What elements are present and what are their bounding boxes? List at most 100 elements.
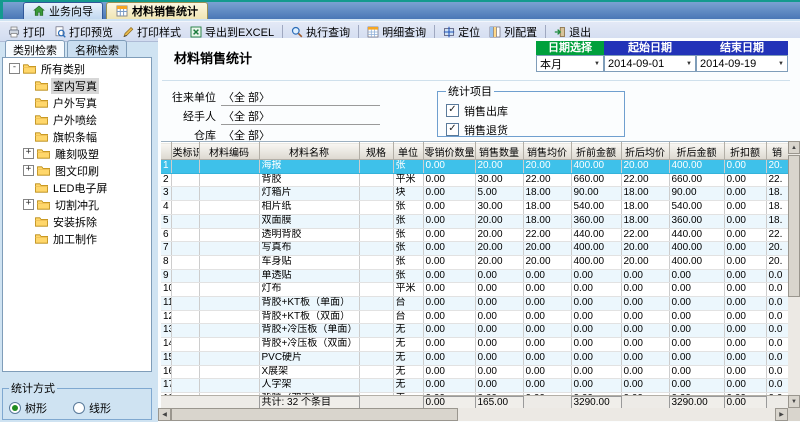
table-row[interactable]: 17人字架无0.000.000.000.000.000.000.000.0	[161, 379, 788, 393]
row-number-cell: 8	[161, 255, 171, 269]
horizontal-scrollbar[interactable]: ◀ ▶	[158, 408, 788, 421]
table-row[interactable]: 4相片纸张0.0030.0018.00540.0018.00540.000.00…	[161, 201, 788, 215]
folder-icon	[35, 114, 48, 125]
stat-item-option[interactable]: ✓销售退货	[446, 120, 616, 139]
sidebar: 类别检索名称检索 -所有类别室内写真户外写真户外喷绘旗帜条幅+雕刻吸塑+图文印刷…	[2, 40, 152, 420]
post-avg-cell: 18.00	[621, 201, 669, 215]
table-row[interactable]: 14背胶+冷压板（双面）无0.000.000.000.000.000.000.0…	[161, 338, 788, 352]
excel-icon	[190, 26, 202, 38]
table-row[interactable]: 3灯箱片块0.005.0018.0090.0018.0090.000.0018.	[161, 187, 788, 201]
column-header[interactable]: 折前金额	[571, 143, 621, 160]
stat-mode-option[interactable]: 线形	[73, 400, 111, 416]
tree-item[interactable]: 安装拆除	[3, 213, 151, 230]
sidebar-tab-name-search[interactable]: 名称检索	[67, 40, 127, 57]
checkbox-icon[interactable]: ✓	[446, 104, 459, 117]
table-row[interactable]: 15PVC硬片无0.000.000.000.000.000.000.000.0	[161, 351, 788, 365]
filter-row: 往来单位〈全 部〉	[166, 88, 380, 106]
horizontal-scroll-thumb[interactable]	[171, 408, 458, 421]
material-name-cell: 人字架	[259, 379, 359, 393]
post-discount-cell: 0.00	[669, 338, 724, 352]
tree-item[interactable]: 户外写真	[3, 94, 151, 111]
tree-item[interactable]: 室内写真	[3, 77, 151, 94]
table-row[interactable]: 12背胶+KT板（双面）台0.000.000.000.000.000.000.0…	[161, 310, 788, 324]
filter-value-field[interactable]: 〈全 部〉	[221, 89, 380, 106]
folder-icon	[23, 63, 36, 74]
stat-item-option[interactable]: ✓销售出库	[446, 101, 616, 120]
tree-item[interactable]: +雕刻吸塑	[3, 145, 151, 162]
table-row[interactable]: 6透明背胶张0.0020.0022.00440.0022.00440.000.0…	[161, 228, 788, 242]
table-row[interactable]: 16X展架无0.000.000.000.000.000.000.000.0	[161, 365, 788, 379]
post-discount-cell: 0.00	[669, 379, 724, 393]
material-code-cell	[199, 214, 259, 228]
footer-blank	[621, 397, 669, 409]
tree-item[interactable]: +切割冲孔	[3, 196, 151, 213]
tree-item[interactable]: 户外喷绘	[3, 111, 151, 128]
table-row[interactable]: 7写真布张0.0020.0020.00400.0020.00400.000.00…	[161, 242, 788, 256]
checkbox-icon[interactable]: ✓	[446, 123, 459, 136]
tree-item[interactable]: 旗帜条幅	[3, 128, 151, 145]
footer-blank	[171, 397, 199, 409]
scroll-up-icon[interactable]: ▲	[788, 141, 800, 154]
vertical-scrollbar[interactable]: ▲ ▼	[788, 141, 800, 408]
column-header[interactable]: 规格	[359, 143, 393, 160]
avg-price-cell: 20.00	[523, 242, 571, 256]
table-row[interactable]: 8车身贴张0.0020.0020.00400.0020.00400.000.00…	[161, 255, 788, 269]
sidebar-tab-category-search[interactable]: 类别检索	[5, 40, 65, 57]
column-header[interactable]: 销	[766, 143, 788, 160]
tab-business-wizard[interactable]: 业务向导	[23, 2, 103, 19]
tab-label: 业务向导	[49, 3, 93, 19]
column-header[interactable]: 销售数量	[475, 143, 523, 160]
tree-root[interactable]: -所有类别	[3, 60, 151, 77]
column-header[interactable]: 折后均价	[621, 143, 669, 160]
column-header[interactable]: 零销价数量	[423, 143, 475, 160]
row-number-cell: 15	[161, 351, 171, 365]
column-header[interactable]: 单位	[393, 143, 423, 160]
toolbar-separator	[358, 25, 359, 39]
date-filter-dropdown[interactable]: 本月▼	[536, 55, 604, 72]
column-header[interactable]: 材料名称	[259, 143, 359, 160]
column-header[interactable]: 类标识	[171, 143, 199, 160]
material-name-cell: 单透贴	[259, 269, 359, 283]
table-row[interactable]: 5双面膜张0.0020.0018.00360.0018.00360.000.00…	[161, 214, 788, 228]
collapse-icon[interactable]: -	[9, 63, 20, 74]
radio-icon[interactable]	[9, 402, 21, 414]
spec-cell	[359, 269, 393, 283]
tree-item[interactable]: +图文印刷	[3, 162, 151, 179]
scroll-left-icon[interactable]: ◀	[158, 408, 171, 421]
expand-icon: +	[23, 165, 34, 176]
date-filter-dropdown[interactable]: 2014-09-01▼	[604, 55, 696, 72]
table-row[interactable]: 11背胶+KT板（单面）台0.000.000.000.000.000.000.0…	[161, 297, 788, 311]
table-row[interactable]: 10灯布平米0.000.000.000.000.000.000.000.0	[161, 283, 788, 297]
table-row[interactable]: 2背胶平米0.0030.0022.00660.0022.00660.000.00…	[161, 173, 788, 187]
stat-mode-title: 统计方式	[9, 380, 57, 396]
folder-icon	[35, 131, 48, 142]
folder-icon	[37, 199, 50, 210]
discount-cell: 0.00	[724, 173, 766, 187]
column-header[interactable]: 材料编码	[199, 143, 259, 160]
date-filter-column: 结束日期2014-09-19▼	[696, 41, 788, 72]
scroll-right-icon[interactable]: ▶	[775, 408, 788, 421]
tab-material-sales-stats[interactable]: 材料销售统计	[106, 2, 208, 19]
stat-items-options: ✓销售出库✓销售退货	[446, 101, 616, 139]
table-row[interactable]: 1海报张0.0020.0020.00400.0020.00400.000.002…	[161, 160, 788, 174]
print-button[interactable]: 打印	[4, 23, 49, 41]
table-row[interactable]: 13背胶+冷压板（单面）无0.000.000.000.000.000.000.0…	[161, 324, 788, 338]
tree-item[interactable]: LED电子屏	[3, 179, 151, 196]
column-header[interactable]: 销售均价	[523, 143, 571, 160]
column-header[interactable]: 折扣额	[724, 143, 766, 160]
column-header[interactable]: 折后金额	[669, 143, 724, 160]
table-row[interactable]: 9单透贴张0.000.000.000.000.000.000.000.0	[161, 269, 788, 283]
extra-cell: 0.0	[766, 269, 788, 283]
vertical-scroll-thumb[interactable]	[788, 155, 800, 297]
retail-qty-cell: 0.00	[423, 255, 475, 269]
stat-mode-option[interactable]: 树形	[9, 400, 47, 416]
filter-value-field[interactable]: 〈全 部〉	[221, 108, 380, 125]
tree-item-label: 加工制作	[51, 231, 99, 247]
print-preview-button[interactable]: 打印预览	[50, 23, 117, 41]
date-filter-dropdown[interactable]: 2014-09-19▼	[696, 55, 788, 72]
material-code-cell	[199, 338, 259, 352]
tree-item[interactable]: 加工制作	[3, 230, 151, 247]
scroll-down-icon[interactable]: ▼	[788, 395, 800, 408]
radio-icon[interactable]	[73, 402, 85, 414]
material-code-cell	[199, 269, 259, 283]
